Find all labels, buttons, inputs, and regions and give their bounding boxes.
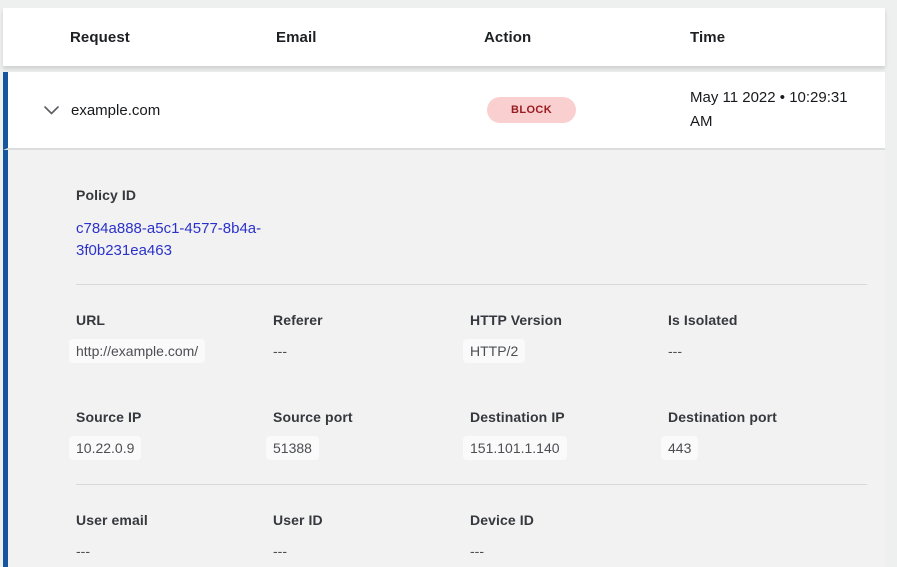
detail-field-value: 10.22.0.9 [69,436,141,460]
detail-field-label: Referer [273,312,470,328]
detail-field-label: URL [76,312,273,328]
detail-field-label: Source port [273,409,470,425]
detail-field: URLhttp://example.com/ [76,312,273,363]
column-header-request: Request [43,29,276,46]
action-cell: BLOCK [484,97,690,123]
detail-field-label: HTTP Version [470,312,668,328]
gateway-logs-table: Request Email Action Time example.com BL… [3,8,885,567]
detail-field: Destination port443 [668,409,885,460]
detail-group-user: User email --- User ID --- Device ID --- [8,485,885,561]
detail-field-value: --- [273,343,287,359]
column-header-time: Time [690,29,885,46]
detail-field-value: 443 [661,436,698,460]
request-value: example.com [71,102,276,119]
detail-field: HTTP VersionHTTP/2 [470,312,668,363]
detail-field-label: Is Isolated [668,312,885,328]
column-header-action: Action [484,29,690,46]
detail-field-label: User email [76,512,273,528]
detail-field-value: --- [470,543,484,559]
column-header-email: Email [276,29,484,46]
detail-field-row: Source IP10.22.0.9Source port51388Destin… [8,363,885,460]
policy-id-field: Policy ID c784a888-a5c1-4577-8b4a-3f0b23… [8,187,885,262]
detail-field: Referer --- [273,312,470,361]
detail-field: Is Isolated --- [668,312,885,361]
row-details-panel: Policy ID c784a888-a5c1-4577-8b4a-3f0b23… [3,150,885,567]
detail-field: User ID --- [273,512,470,561]
detail-field-label: Device ID [470,512,668,528]
detail-field-label: Source IP [76,409,273,425]
detail-field-value: http://example.com/ [69,339,205,363]
chevron-down-icon[interactable] [43,102,59,118]
detail-field-value: --- [668,343,682,359]
detail-field: Source port51388 [273,409,470,460]
detail-field-value: 51388 [266,436,319,460]
table-row[interactable]: example.com BLOCK May 11 2022 • 10:29:31… [3,72,885,150]
detail-field-label: Destination port [668,409,885,425]
policy-id-link[interactable]: c784a888-a5c1-4577-8b4a-3f0b231ea463 [76,218,276,262]
detail-group-http-network: URLhttp://example.com/Referer---HTTP Ver… [8,285,885,460]
policy-id-label: Policy ID [76,187,885,203]
detail-field-row: URLhttp://example.com/Referer---HTTP Ver… [8,285,885,363]
detail-field-value: --- [76,543,90,559]
detail-field-value: 151.101.1.140 [463,436,567,460]
detail-field-label: User ID [273,512,470,528]
detail-field-value: --- [273,543,287,559]
time-value: May 11 2022 • 10:29:31 AM [690,86,885,134]
detail-field: Device ID --- [470,512,668,561]
block-action-badge: BLOCK [487,97,576,123]
detail-field: User email --- [76,512,273,561]
detail-field: Source IP10.22.0.9 [76,409,273,460]
detail-field-label: Destination IP [470,409,668,425]
detail-field-value: HTTP/2 [463,339,525,363]
table-header: Request Email Action Time [3,8,885,66]
detail-field: Destination IP151.101.1.140 [470,409,668,460]
detail-field-row: User email --- User ID --- Device ID --- [8,485,885,561]
